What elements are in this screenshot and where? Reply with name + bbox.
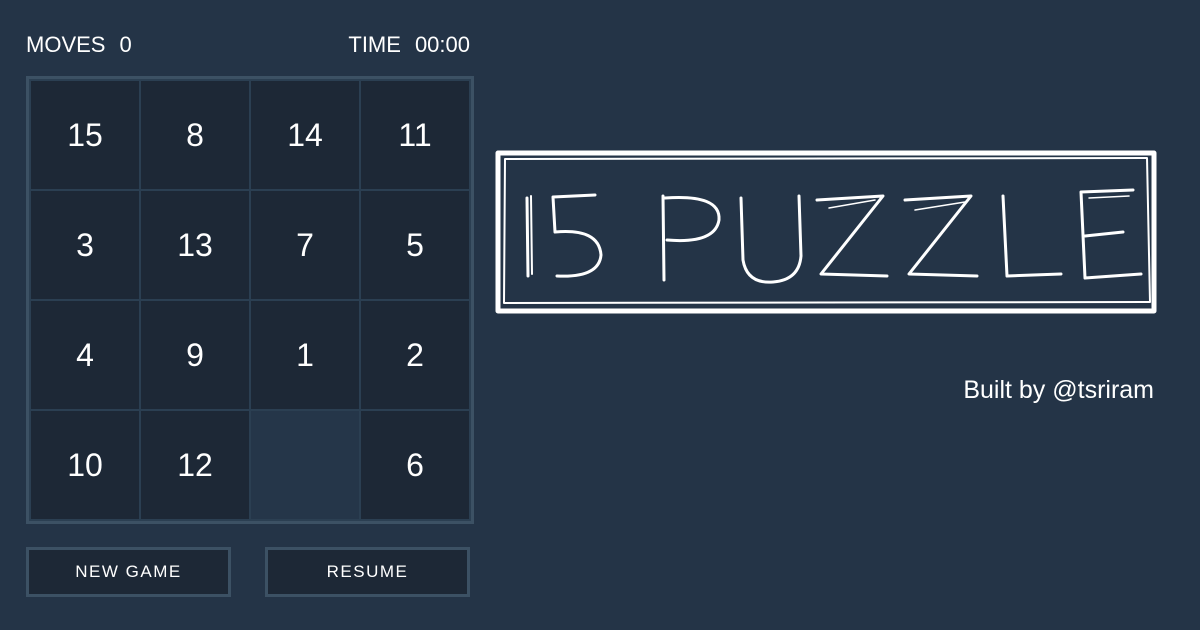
game-logo: 15 PUZZLE xyxy=(495,150,1157,314)
tile[interactable]: 5 xyxy=(361,191,469,299)
timer: TIME 00:00 xyxy=(348,32,470,58)
tile[interactable]: 4 xyxy=(31,301,139,409)
tile[interactable]: 6 xyxy=(361,411,469,519)
moves-counter: MOVES 0 xyxy=(26,32,132,58)
stats-bar: MOVES 0 TIME 00:00 xyxy=(26,32,470,58)
resume-button[interactable]: RESUME xyxy=(265,547,470,597)
puzzle-board: 15 8 14 11 3 13 7 5 4 9 1 2 10 12 6 xyxy=(26,76,474,524)
tile[interactable]: 1 xyxy=(251,301,359,409)
moves-value: 0 xyxy=(119,32,132,57)
tile[interactable]: 10 xyxy=(31,411,139,519)
tile[interactable]: 12 xyxy=(141,411,249,519)
tile[interactable]: 14 xyxy=(251,81,359,189)
tile[interactable]: 2 xyxy=(361,301,469,409)
moves-label: MOVES xyxy=(26,32,106,57)
tile[interactable]: 9 xyxy=(141,301,249,409)
tile[interactable]: 13 xyxy=(141,191,249,299)
tile[interactable]: 8 xyxy=(141,81,249,189)
tile[interactable]: 3 xyxy=(31,191,139,299)
time-value: 00:00 xyxy=(414,32,470,57)
tile[interactable]: 7 xyxy=(251,191,359,299)
time-label: TIME xyxy=(348,32,401,57)
tile[interactable]: 11 xyxy=(361,81,469,189)
empty-tile xyxy=(251,411,359,519)
credit-text: Built by @tsriram xyxy=(963,376,1154,404)
tile[interactable]: 15 xyxy=(31,81,139,189)
logo-text: 15 PUZZLE xyxy=(495,314,496,315)
new-game-button[interactable]: NEW GAME xyxy=(26,547,231,597)
